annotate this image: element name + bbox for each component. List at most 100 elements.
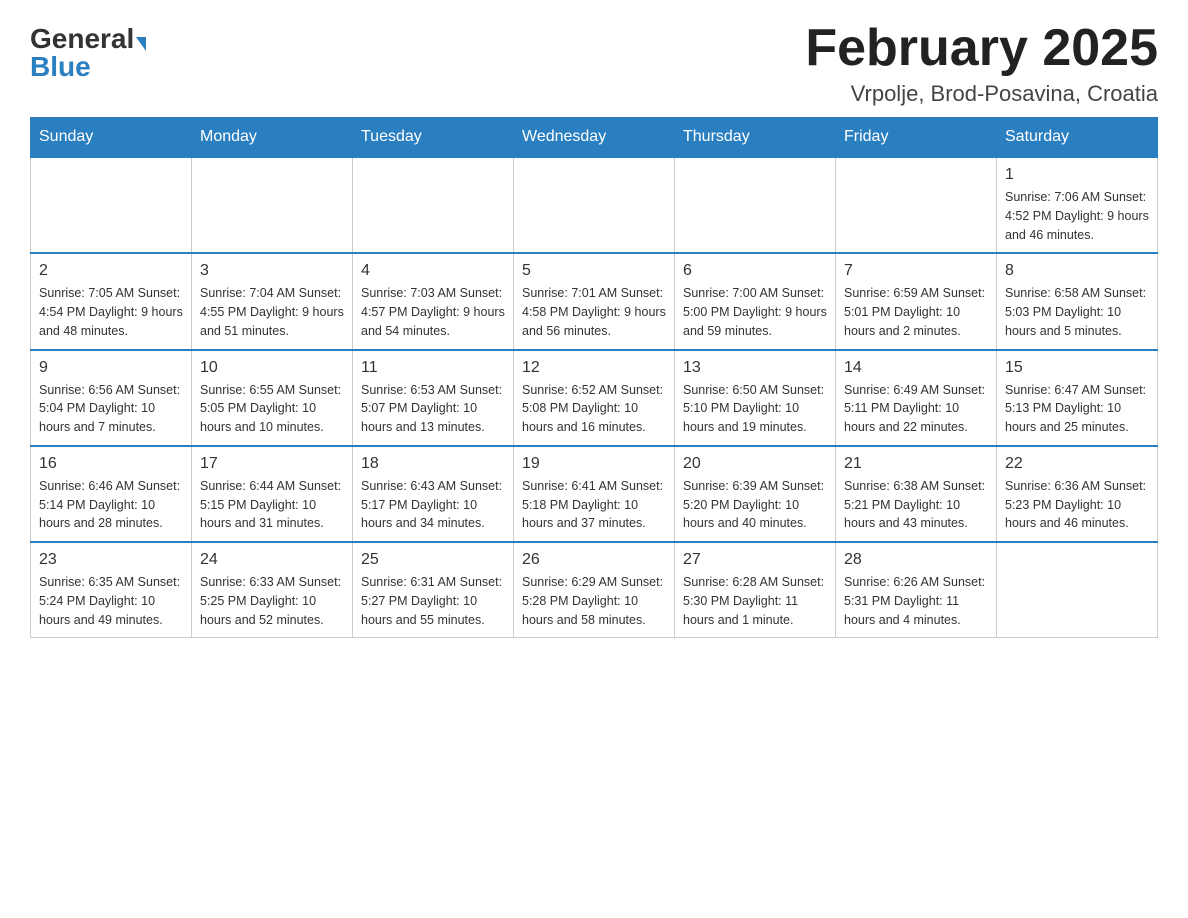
calendar-week-row: 1 Sunrise: 7:06 AM Sunset: 4:52 PM Daylig… xyxy=(31,157,1158,253)
day-number: 3 xyxy=(200,262,344,280)
calendar-cell: 6 Sunrise: 7:00 AM Sunset: 5:00 PM Daylig… xyxy=(675,253,836,349)
day-number: 19 xyxy=(522,455,666,473)
calendar-cell: 1 Sunrise: 7:06 AM Sunset: 4:52 PM Daylig… xyxy=(997,157,1158,253)
day-number: 21 xyxy=(844,455,988,473)
weekday-header: Thursday xyxy=(675,118,836,158)
day-number: 27 xyxy=(683,551,827,569)
day-info: Sunrise: 6:35 AM Sunset: 5:24 PM Dayligh… xyxy=(39,573,183,629)
day-number: 6 xyxy=(683,262,827,280)
day-number: 4 xyxy=(361,262,505,280)
logo-triangle-icon xyxy=(136,37,146,51)
day-info: Sunrise: 6:50 AM Sunset: 5:10 PM Dayligh… xyxy=(683,381,827,437)
calendar-cell: 17 Sunrise: 6:44 AM Sunset: 5:15 PM Dayli… xyxy=(192,446,353,542)
calendar-week-row: 2 Sunrise: 7:05 AM Sunset: 4:54 PM Daylig… xyxy=(31,253,1158,349)
day-number: 18 xyxy=(361,455,505,473)
calendar-cell: 3 Sunrise: 7:04 AM Sunset: 4:55 PM Daylig… xyxy=(192,253,353,349)
day-info: Sunrise: 7:04 AM Sunset: 4:55 PM Dayligh… xyxy=(200,284,344,340)
calendar-cell: 5 Sunrise: 7:01 AM Sunset: 4:58 PM Daylig… xyxy=(514,253,675,349)
day-info: Sunrise: 7:01 AM Sunset: 4:58 PM Dayligh… xyxy=(522,284,666,340)
day-number: 9 xyxy=(39,359,183,377)
day-number: 26 xyxy=(522,551,666,569)
day-info: Sunrise: 6:28 AM Sunset: 5:30 PM Dayligh… xyxy=(683,573,827,629)
day-number: 10 xyxy=(200,359,344,377)
day-number: 11 xyxy=(361,359,505,377)
calendar-cell xyxy=(675,157,836,253)
calendar-cell: 20 Sunrise: 6:39 AM Sunset: 5:20 PM Dayli… xyxy=(675,446,836,542)
day-info: Sunrise: 6:43 AM Sunset: 5:17 PM Dayligh… xyxy=(361,477,505,533)
day-number: 23 xyxy=(39,551,183,569)
day-info: Sunrise: 6:41 AM Sunset: 5:18 PM Dayligh… xyxy=(522,477,666,533)
title-block: February 2025 Vrpolje, Brod-Posavina, Cr… xyxy=(805,20,1158,107)
day-info: Sunrise: 6:55 AM Sunset: 5:05 PM Dayligh… xyxy=(200,381,344,437)
calendar-cell: 2 Sunrise: 7:05 AM Sunset: 4:54 PM Daylig… xyxy=(31,253,192,349)
day-number: 20 xyxy=(683,455,827,473)
day-number: 24 xyxy=(200,551,344,569)
logo: General Blue xyxy=(30,20,146,81)
calendar-cell: 24 Sunrise: 6:33 AM Sunset: 5:25 PM Dayli… xyxy=(192,542,353,638)
day-info: Sunrise: 6:33 AM Sunset: 5:25 PM Dayligh… xyxy=(200,573,344,629)
weekday-header: Wednesday xyxy=(514,118,675,158)
calendar-cell: 13 Sunrise: 6:50 AM Sunset: 5:10 PM Dayli… xyxy=(675,350,836,446)
calendar-cell: 14 Sunrise: 6:49 AM Sunset: 5:11 PM Dayli… xyxy=(836,350,997,446)
day-info: Sunrise: 7:03 AM Sunset: 4:57 PM Dayligh… xyxy=(361,284,505,340)
day-number: 5 xyxy=(522,262,666,280)
logo-general-row: General xyxy=(30,25,146,53)
day-number: 2 xyxy=(39,262,183,280)
day-info: Sunrise: 6:39 AM Sunset: 5:20 PM Dayligh… xyxy=(683,477,827,533)
day-info: Sunrise: 6:31 AM Sunset: 5:27 PM Dayligh… xyxy=(361,573,505,629)
calendar-cell: 9 Sunrise: 6:56 AM Sunset: 5:04 PM Daylig… xyxy=(31,350,192,446)
location: Vrpolje, Brod-Posavina, Croatia xyxy=(805,81,1158,107)
day-info: Sunrise: 7:00 AM Sunset: 5:00 PM Dayligh… xyxy=(683,284,827,340)
day-info: Sunrise: 6:29 AM Sunset: 5:28 PM Dayligh… xyxy=(522,573,666,629)
weekday-header: Sunday xyxy=(31,118,192,158)
calendar-header-row: SundayMondayTuesdayWednesdayThursdayFrid… xyxy=(31,118,1158,158)
day-info: Sunrise: 6:53 AM Sunset: 5:07 PM Dayligh… xyxy=(361,381,505,437)
day-number: 1 xyxy=(1005,166,1149,184)
calendar-cell: 7 Sunrise: 6:59 AM Sunset: 5:01 PM Daylig… xyxy=(836,253,997,349)
day-info: Sunrise: 6:38 AM Sunset: 5:21 PM Dayligh… xyxy=(844,477,988,533)
calendar-cell: 25 Sunrise: 6:31 AM Sunset: 5:27 PM Dayli… xyxy=(353,542,514,638)
calendar-cell: 27 Sunrise: 6:28 AM Sunset: 5:30 PM Dayli… xyxy=(675,542,836,638)
day-info: Sunrise: 6:58 AM Sunset: 5:03 PM Dayligh… xyxy=(1005,284,1149,340)
calendar-cell: 21 Sunrise: 6:38 AM Sunset: 5:21 PM Dayli… xyxy=(836,446,997,542)
day-info: Sunrise: 6:52 AM Sunset: 5:08 PM Dayligh… xyxy=(522,381,666,437)
day-number: 14 xyxy=(844,359,988,377)
day-info: Sunrise: 6:49 AM Sunset: 5:11 PM Dayligh… xyxy=(844,381,988,437)
day-info: Sunrise: 6:56 AM Sunset: 5:04 PM Dayligh… xyxy=(39,381,183,437)
day-info: Sunrise: 6:26 AM Sunset: 5:31 PM Dayligh… xyxy=(844,573,988,629)
calendar-cell xyxy=(192,157,353,253)
day-number: 7 xyxy=(844,262,988,280)
calendar-cell: 22 Sunrise: 6:36 AM Sunset: 5:23 PM Dayli… xyxy=(997,446,1158,542)
calendar-cell: 8 Sunrise: 6:58 AM Sunset: 5:03 PM Daylig… xyxy=(997,253,1158,349)
day-info: Sunrise: 7:05 AM Sunset: 4:54 PM Dayligh… xyxy=(39,284,183,340)
day-info: Sunrise: 6:36 AM Sunset: 5:23 PM Dayligh… xyxy=(1005,477,1149,533)
weekday-header: Monday xyxy=(192,118,353,158)
calendar-cell xyxy=(514,157,675,253)
calendar-cell: 16 Sunrise: 6:46 AM Sunset: 5:14 PM Dayli… xyxy=(31,446,192,542)
day-info: Sunrise: 6:44 AM Sunset: 5:15 PM Dayligh… xyxy=(200,477,344,533)
day-info: Sunrise: 6:59 AM Sunset: 5:01 PM Dayligh… xyxy=(844,284,988,340)
calendar-cell xyxy=(997,542,1158,638)
calendar-cell: 28Sunrise: 6:26 AM Sunset: 5:31 PM Dayli… xyxy=(836,542,997,638)
calendar-cell xyxy=(353,157,514,253)
day-info: Sunrise: 6:47 AM Sunset: 5:13 PM Dayligh… xyxy=(1005,381,1149,437)
day-number: 15 xyxy=(1005,359,1149,377)
calendar-cell: 12Sunrise: 6:52 AM Sunset: 5:08 PM Dayli… xyxy=(514,350,675,446)
day-number: 25 xyxy=(361,551,505,569)
day-info: Sunrise: 6:46 AM Sunset: 5:14 PM Dayligh… xyxy=(39,477,183,533)
calendar-cell: 4 Sunrise: 7:03 AM Sunset: 4:57 PM Daylig… xyxy=(353,253,514,349)
logo-blue-row: Blue xyxy=(30,53,91,81)
day-number: 17 xyxy=(200,455,344,473)
weekday-header: Friday xyxy=(836,118,997,158)
page-header: General Blue February 2025 Vrpolje, Brod… xyxy=(30,20,1158,107)
day-number: 8 xyxy=(1005,262,1149,280)
day-number: 16 xyxy=(39,455,183,473)
day-number: 13 xyxy=(683,359,827,377)
month-title: February 2025 xyxy=(805,20,1158,77)
day-info: Sunrise: 7:06 AM Sunset: 4:52 PM Dayligh… xyxy=(1005,188,1149,244)
logo-blue-text: Blue xyxy=(30,51,91,82)
calendar-cell: 11 Sunrise: 6:53 AM Sunset: 5:07 PM Dayli… xyxy=(353,350,514,446)
calendar-cell: 26 Sunrise: 6:29 AM Sunset: 5:28 PM Dayli… xyxy=(514,542,675,638)
calendar-cell: 19 Sunrise: 6:41 AM Sunset: 5:18 PM Dayli… xyxy=(514,446,675,542)
day-number: 22 xyxy=(1005,455,1149,473)
